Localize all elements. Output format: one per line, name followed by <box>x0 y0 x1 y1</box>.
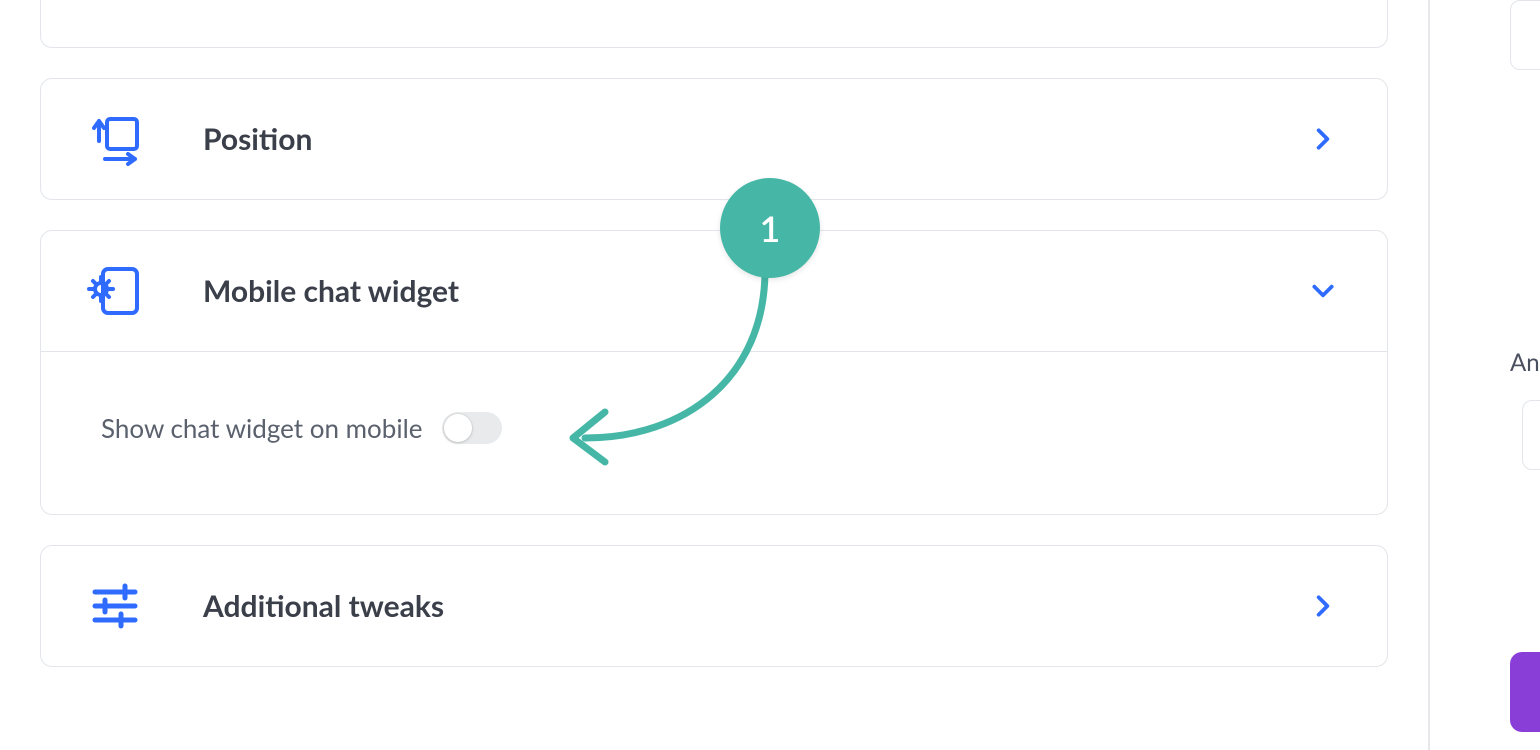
card-header-additional-tweaks[interactable]: Additional tweaks <box>41 546 1387 666</box>
right-side-panel: An <box>1500 0 1540 750</box>
chevron-right-icon <box>1303 126 1343 152</box>
card-header-position[interactable]: Position <box>41 79 1387 199</box>
previous-card-icon <box>85 0 141 12</box>
card-body-mobile-widget: Show chat widget on mobile <box>41 351 1387 514</box>
toggle-knob <box>444 414 472 442</box>
card-title-additional-tweaks: Additional tweaks <box>203 588 1303 624</box>
sliders-icon <box>85 576 145 636</box>
settings-main-area: Position <box>0 0 1430 750</box>
side-panel-label: An <box>1510 348 1540 377</box>
card-title-mobile-widget: Mobile chat widget <box>203 273 1303 309</box>
side-panel-card-top[interactable] <box>1510 0 1540 70</box>
toggle-row-show-on-mobile: Show chat widget on mobile <box>101 412 1327 444</box>
card-header-mobile-widget[interactable]: Mobile chat widget <box>41 231 1387 351</box>
settings-card-mobile-widget: Mobile chat widget Show chat widget on m… <box>40 230 1388 515</box>
annotation-step-number: 1 <box>760 206 781 250</box>
settings-card-above-partial[interactable] <box>40 0 1388 48</box>
settings-card-position[interactable]: Position <box>40 78 1388 200</box>
mobile-gear-icon <box>85 261 145 321</box>
toggle-label-show-on-mobile: Show chat widget on mobile <box>101 412 422 444</box>
card-title-position: Position <box>203 121 1303 157</box>
chevron-right-icon <box>1303 593 1343 619</box>
chevron-down-icon <box>1303 278 1343 304</box>
side-panel-purple-button[interactable] <box>1510 652 1540 732</box>
side-panel-card-mid[interactable] <box>1522 400 1540 470</box>
annotation-step-badge: 1 <box>720 178 820 278</box>
toggle-show-on-mobile[interactable] <box>442 412 502 444</box>
position-icon <box>85 109 145 169</box>
settings-card-additional-tweaks[interactable]: Additional tweaks <box>40 545 1388 667</box>
